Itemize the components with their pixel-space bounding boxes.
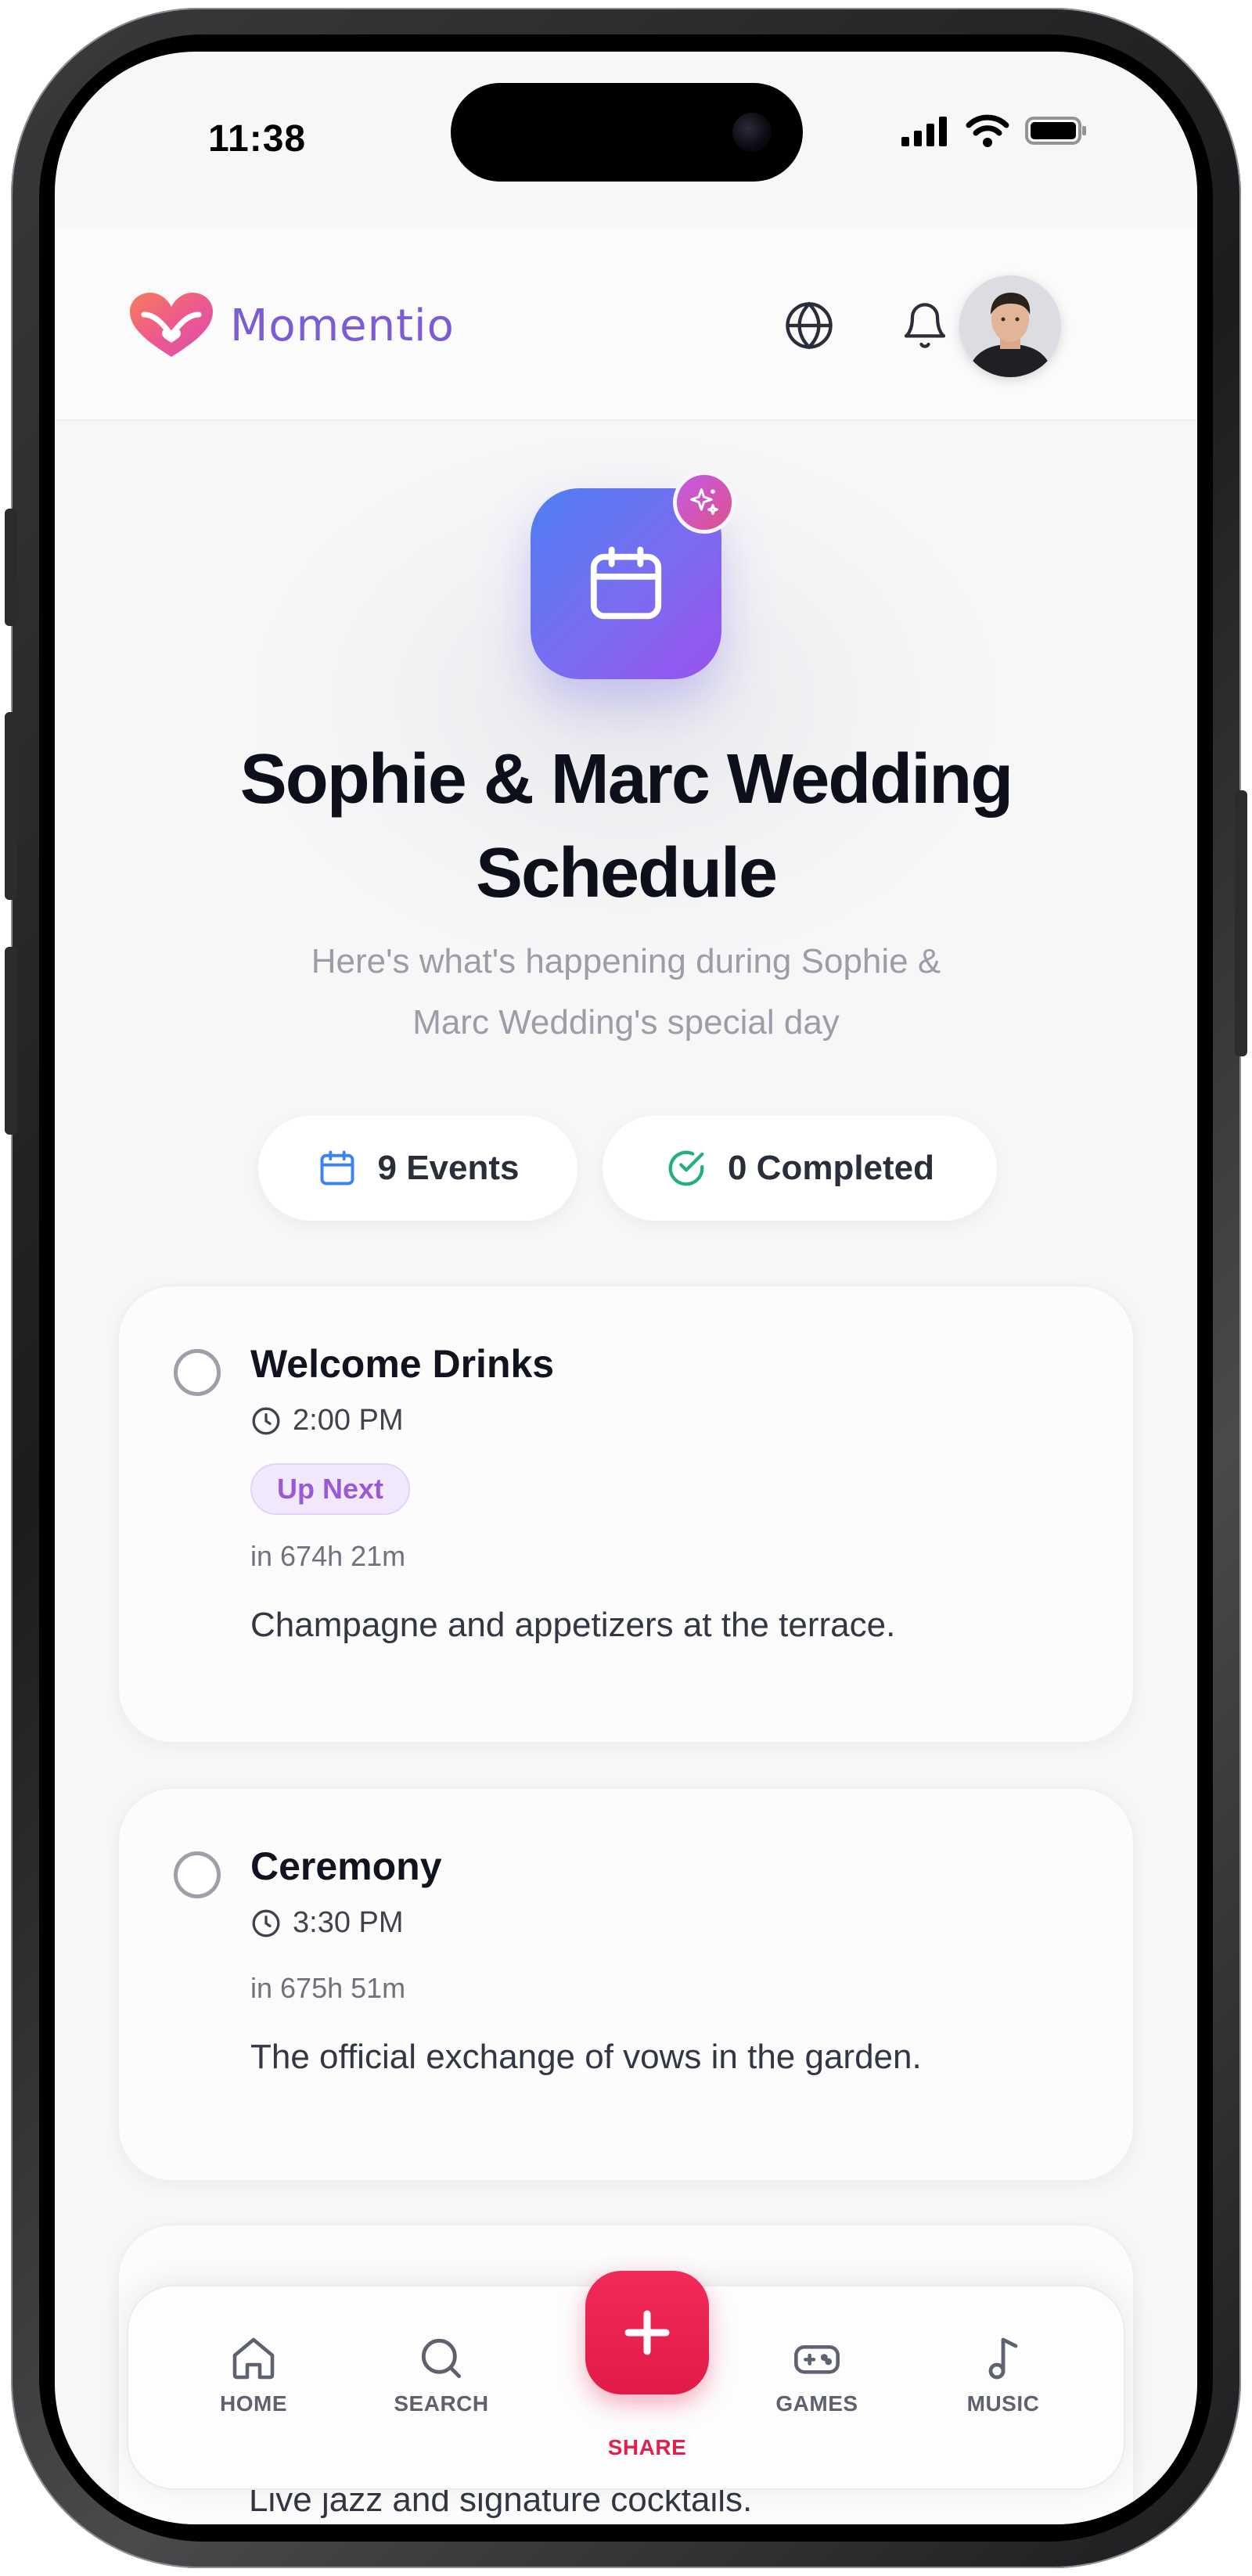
nav-home[interactable]: HOME — [175, 2333, 332, 2416]
brand-name: Momentio — [230, 300, 455, 351]
nav-music-label: MUSIC — [966, 2391, 1040, 2416]
avatar-photo — [959, 275, 1061, 377]
volume-down-button — [5, 947, 17, 1135]
check-circle-icon — [668, 1150, 704, 1186]
event-time-text: 3:30 PM — [293, 1906, 404, 1939]
status-time: 11:38 — [208, 118, 307, 160]
calendar-icon — [320, 1150, 354, 1185]
calendar-icon — [590, 546, 662, 620]
clock-icon — [252, 1909, 280, 1937]
music-note-icon — [988, 2337, 1018, 2380]
nav-search-label: SEARCH — [394, 2391, 489, 2416]
language-button[interactable] — [779, 296, 839, 355]
gamepad-icon — [794, 2345, 840, 2374]
clock-icon — [252, 1407, 280, 1434]
nav-home-label: HOME — [220, 2391, 287, 2416]
user-avatar[interactable] — [959, 275, 1061, 377]
event-countdown: in 675h 51m — [250, 1972, 406, 2004]
front-camera — [732, 113, 772, 152]
event-description: Champagne and appetizers at the terrace. — [250, 1606, 896, 1644]
page-subtitle: Here's what's happening during Sophie & … — [311, 942, 941, 1042]
event-time-text: 2:00 PM — [293, 1404, 404, 1437]
up-next-badge: Up Next — [250, 1463, 411, 1515]
nav-games[interactable]: GAMES — [739, 2333, 895, 2416]
app-header: Momentio — [55, 228, 1197, 421]
nav-music[interactable]: MUSIC — [925, 2333, 1081, 2416]
event-time: 3:30 PM — [250, 1906, 404, 1940]
logo-heart-icon[interactable] — [128, 291, 214, 360]
plus-icon — [624, 2310, 670, 2355]
completed-count: 0 Completed — [727, 1149, 935, 1187]
power-button — [1235, 790, 1247, 1056]
dynamic-island — [451, 83, 803, 182]
nav-games-label: GAMES — [775, 2391, 858, 2416]
event-countdown: in 674h 21m — [250, 1540, 406, 1572]
status-icons — [900, 114, 1088, 147]
wifi-icon — [966, 114, 1009, 147]
sparkle-badge — [673, 471, 736, 534]
share-label: SHARE — [607, 2435, 687, 2459]
app-screen: 11:38 Momentio Sophie & Marc Wedding Sch… — [55, 52, 1197, 2524]
event-description: The official exchange of vows in the gar… — [250, 2038, 922, 2076]
event-card-welcome-drinks[interactable]: Welcome Drinks 2:00 PM Up Next in 674h 2… — [117, 1285, 1135, 1743]
complete-checkbox[interactable] — [174, 1851, 221, 1898]
battery-icon — [1025, 117, 1086, 145]
event-card-ceremony[interactable]: Ceremony 3:30 PM in 675h 51m The officia… — [117, 1787, 1135, 2182]
search-icon — [421, 2338, 462, 2379]
event-time: 2:00 PM — [250, 1404, 404, 1437]
globe-icon — [786, 301, 833, 350]
share-button[interactable] — [585, 2271, 709, 2394]
volume-up-button — [5, 712, 17, 900]
sparkle-icon — [690, 488, 718, 516]
complete-checkbox[interactable] — [174, 1349, 221, 1396]
nav-search[interactable]: SEARCH — [363, 2333, 520, 2416]
events-count: 9 Events — [377, 1149, 520, 1187]
notifications-button[interactable] — [895, 296, 955, 355]
bell-icon — [904, 303, 946, 348]
action-button — [5, 509, 17, 626]
bottom-navigation: HOME SEARCH SHARE GAMES MUSIC — [127, 2271, 1125, 2490]
page-title: Sophie & Marc Wedding Schedule — [239, 740, 1013, 912]
signal-icon — [901, 117, 947, 146]
events-count-pill: 9 Events — [258, 1116, 577, 1221]
event-title: Ceremony — [250, 1844, 442, 1888]
home-icon — [232, 2337, 275, 2380]
completed-count-pill: 0 Completed — [603, 1116, 997, 1221]
event-title: Welcome Drinks — [250, 1342, 555, 1386]
